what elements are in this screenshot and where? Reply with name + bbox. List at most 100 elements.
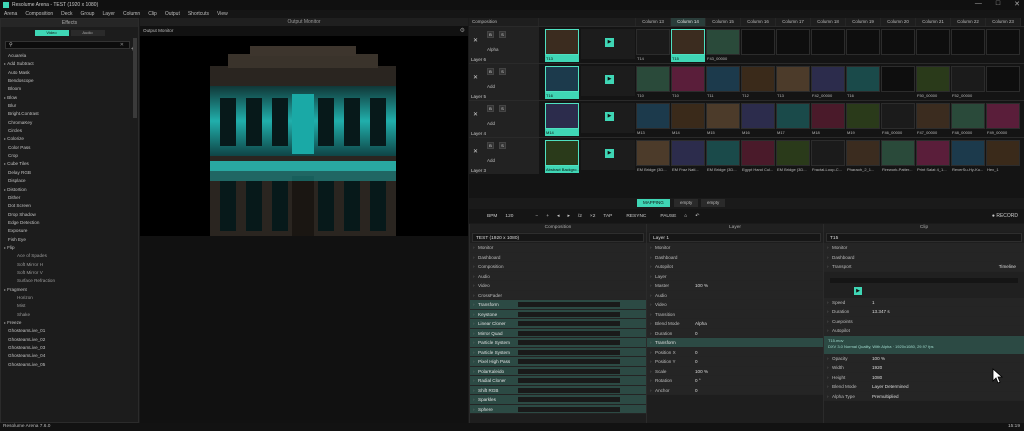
column-header[interactable]: Column 17	[776, 18, 811, 26]
solo-button[interactable]: S	[499, 68, 506, 75]
composition-section[interactable]: Dashboard	[470, 252, 646, 262]
column-header[interactable]: Column 23	[986, 18, 1021, 26]
layer-property-row[interactable]: Position Y 0	[647, 357, 823, 367]
effect-list-item[interactable]: GhosteamLive_04	[1, 352, 138, 360]
effects-search-input[interactable]: ⚲ ✕	[5, 41, 130, 49]
clip-property-row[interactable]: Alpha Type Premultiplied	[824, 391, 1024, 401]
clear-search-icon[interactable]: ✕	[120, 42, 124, 48]
composition-section[interactable]: CrossFader	[470, 290, 646, 300]
close-button[interactable]: ✕	[1014, 0, 1020, 8]
effect-list-item[interactable]: Flip	[1, 244, 138, 252]
clip-slot[interactable]: F47_00000	[916, 103, 950, 137]
double-bpm-button[interactable]: ×2	[590, 214, 595, 219]
property-value[interactable]: 0	[695, 386, 698, 396]
column-header[interactable]: Column 20	[881, 18, 916, 26]
property-value[interactable]: Layer Determined	[872, 382, 909, 392]
clip-slot[interactable]: T13	[776, 66, 810, 100]
effect-list-item[interactable]: Blow	[1, 94, 138, 102]
solo-button[interactable]: S	[499, 105, 506, 112]
column-header[interactable]: Column 18	[811, 18, 846, 26]
clip-slot[interactable]	[916, 29, 950, 63]
deck-tab-empty[interactable]: empty	[701, 199, 726, 207]
clip-slot[interactable]: T10	[671, 66, 705, 100]
composition-cell[interactable]: Composition	[469, 18, 539, 26]
layer-property-row[interactable]: Scale 100 %	[647, 366, 823, 376]
effect-list-item[interactable]: Acuarela	[1, 52, 138, 60]
effect-list-item[interactable]: Auto Mask	[1, 69, 138, 77]
clip-slot[interactable]: M16	[741, 103, 775, 137]
effect-list-item[interactable]: Mist	[1, 302, 138, 310]
composition-effect-row[interactable]: Particle System	[470, 347, 646, 357]
effect-opacity-slider[interactable]	[518, 302, 620, 307]
clip-slot[interactable]	[881, 66, 915, 100]
column-header[interactable]: Column 16	[741, 18, 776, 26]
bypass-button[interactable]: B	[487, 105, 494, 112]
menu-clip[interactable]: Clip	[148, 11, 157, 17]
menu-shortcuts[interactable]: Shortcuts	[188, 11, 209, 17]
effect-list-item[interactable]: Soft Mirror V	[1, 269, 138, 277]
composition-section[interactable]: Monitor	[470, 243, 646, 253]
selected-clip[interactable]: Abstract Backgro...	[545, 140, 579, 174]
property-value[interactable]: 1920	[872, 363, 882, 373]
tap-button[interactable]: TAP	[603, 214, 612, 219]
clip-slot[interactable]: T10	[636, 66, 670, 100]
minimize-button[interactable]: —	[975, 0, 982, 8]
menu-layer[interactable]: Layer	[102, 11, 115, 17]
clip-slot[interactable]: T11	[706, 66, 740, 100]
clip-title[interactable]: T15	[826, 233, 1022, 242]
effect-opacity-slider[interactable]	[518, 397, 620, 402]
effect-list-item[interactable]: Distortion	[1, 186, 138, 194]
effect-list-item[interactable]: Dot Screen	[1, 202, 138, 210]
undo-icon[interactable]: ↶	[695, 214, 699, 219]
effect-list-item[interactable]: Colorize	[1, 135, 138, 143]
composition-effect-row[interactable]: Linear Cloner	[470, 319, 646, 329]
composition-effect-row[interactable]: Transform	[470, 300, 646, 310]
clear-layer-icon[interactable]: ✕	[473, 111, 478, 118]
column-header[interactable]: Column 15	[706, 18, 741, 26]
effect-list-item[interactable]: Cube Tiles	[1, 160, 138, 168]
deck-tab-mapping[interactable]: MAPPING	[637, 199, 670, 207]
effect-list-item[interactable]: Color Pass	[1, 144, 138, 152]
effect-opacity-slider[interactable]	[518, 387, 620, 393]
property-value[interactable]: 100 %	[872, 354, 885, 364]
effect-list-item[interactable]: GhosteamLive_03	[1, 344, 138, 352]
maximize-button[interactable]: □	[996, 0, 1000, 8]
clip-slot[interactable]	[846, 29, 880, 63]
layer-property-row[interactable]: Master 100 %	[647, 281, 823, 291]
pause-button[interactable]: PAUSE	[660, 214, 676, 219]
clip-slot[interactable]: M14	[671, 103, 705, 137]
selected-clip[interactable]: M14	[545, 103, 579, 137]
property-value[interactable]: 1	[872, 298, 875, 308]
layer-property-row[interactable]: Rotation 0 °	[647, 376, 823, 386]
composition-effect-row[interactable]: Radial Cloner	[470, 376, 646, 386]
effect-list-item[interactable]: Circles	[1, 127, 138, 135]
composition-effect-row[interactable]: Pixel High Pass	[470, 357, 646, 367]
column-header[interactable]: Column 13	[636, 18, 671, 26]
menu-group[interactable]: Group	[81, 11, 95, 17]
effect-opacity-slider[interactable]	[518, 378, 620, 383]
layer-property-row[interactable]: Layer	[647, 271, 823, 281]
property-value[interactable]: 0	[695, 329, 698, 339]
effect-opacity-slider[interactable]	[518, 330, 620, 336]
clip-slot[interactable]: F52_00000	[951, 66, 985, 100]
layer-blend-mode[interactable]: Alpha	[487, 47, 499, 52]
play-button[interactable]: ▶	[605, 75, 614, 84]
clip-slot[interactable]: EM Bridge (3D...	[636, 140, 670, 174]
clip-slot[interactable]: ReverSu-Hy-Ku...	[951, 140, 985, 174]
effect-list-item[interactable]: Bloom	[1, 85, 138, 93]
clip-slot[interactable]: Firework-Patter...	[881, 140, 915, 174]
menu-composition[interactable]: Composition	[25, 11, 53, 17]
clip-slot[interactable]: T12	[741, 66, 775, 100]
clip-slot[interactable]: EM Bridge (3D...	[706, 140, 740, 174]
property-value[interactable]: 13.347 s	[872, 307, 890, 317]
clip-slot[interactable]: Egypt Hand Cul...	[741, 140, 775, 174]
play-button[interactable]: ▶	[605, 112, 614, 121]
clip-slot[interactable]: EM Fraz Natl...	[671, 140, 705, 174]
property-value[interactable]: 0	[695, 357, 698, 367]
composition-section[interactable]: Composition	[470, 262, 646, 272]
menu-arena[interactable]: Arena	[4, 11, 17, 17]
composition-effect-row[interactable]: Particle System	[470, 338, 646, 348]
effect-list-item[interactable]: Soft Mirror H	[1, 261, 138, 269]
layer-property-row[interactable]: Blend Mode Alpha	[647, 319, 823, 329]
composition-effect-row[interactable]: Mirror Quad	[470, 328, 646, 338]
